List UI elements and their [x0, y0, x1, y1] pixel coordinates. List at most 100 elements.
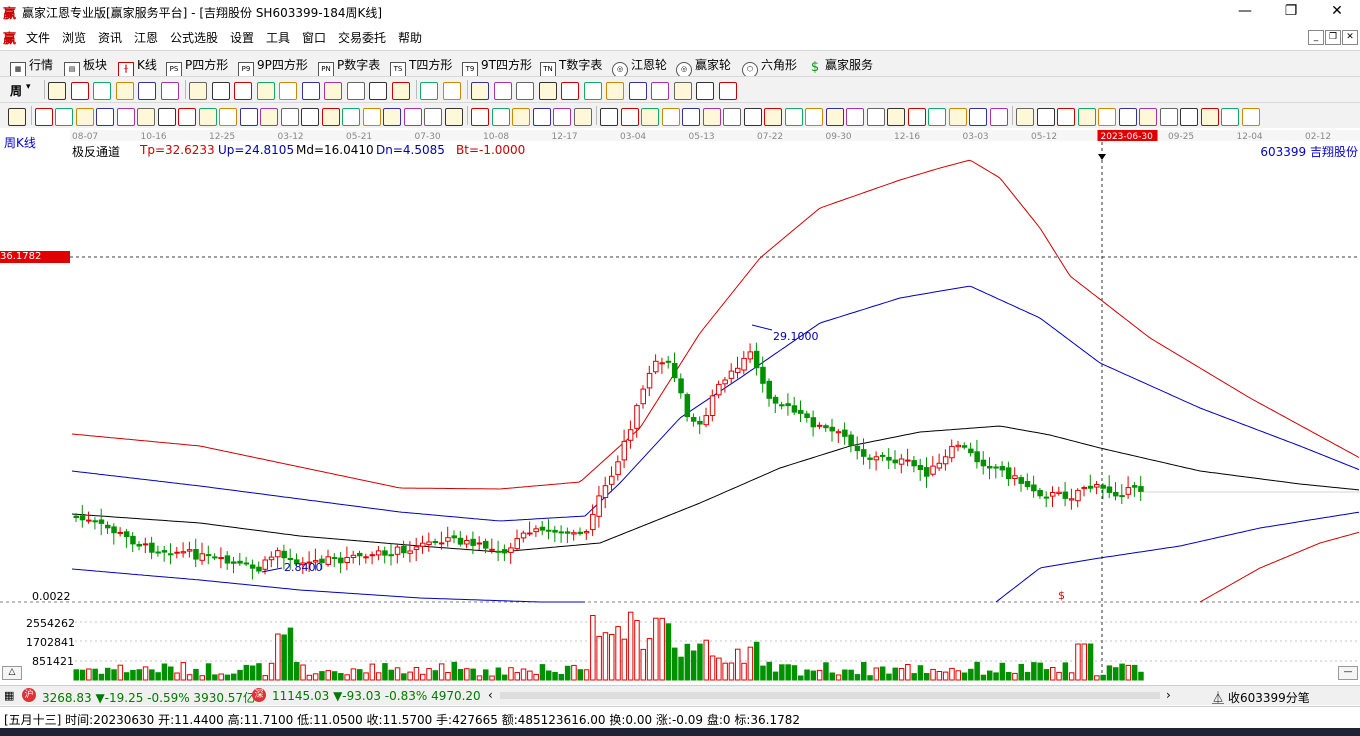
tool-icon[interactable]: [553, 108, 571, 126]
tool-icon[interactable]: [1139, 108, 1157, 126]
mdi-restore-button[interactable]: ❐: [1325, 30, 1341, 45]
tool-icon[interactable]: [324, 82, 342, 100]
tool-icon[interactable]: [219, 108, 237, 126]
mdi-minimize-button[interactable]: _: [1308, 30, 1324, 45]
tool-icon[interactable]: [516, 82, 534, 100]
tick-detail-label[interactable]: 收603399分笔: [1228, 689, 1310, 706]
gann-wheel-button[interactable]: ◎ 江恩轮: [612, 56, 667, 78]
tool-icon[interactable]: [34, 108, 53, 126]
tool-icon[interactable]: [301, 108, 319, 126]
tool-icon[interactable]: [1057, 108, 1075, 126]
p-number-table-button[interactable]: PN P数字表: [318, 56, 380, 78]
tool-icon[interactable]: [1200, 108, 1219, 126]
tool-icon[interactable]: [561, 82, 579, 100]
tool-icon[interactable]: [369, 82, 387, 100]
menu-formula[interactable]: 公式选股: [170, 29, 218, 46]
tool-icon[interactable]: [189, 82, 207, 100]
tool-icon[interactable]: [948, 108, 967, 126]
tool-icon[interactable]: [784, 108, 803, 126]
tool-icon[interactable]: [198, 108, 217, 126]
menu-window[interactable]: 窗口: [302, 29, 326, 46]
tool-icon[interactable]: [723, 108, 741, 126]
tool-icon[interactable]: [1221, 108, 1239, 126]
9t-square-button[interactable]: T9 9T四方形: [462, 56, 532, 78]
tool-icon[interactable]: [573, 108, 592, 126]
tool-icon[interactable]: [116, 108, 135, 126]
tool-icon[interactable]: [391, 82, 410, 100]
tool-icon[interactable]: [93, 82, 111, 100]
tool-icon[interactable]: [55, 108, 73, 126]
scroll-up-button[interactable]: △: [2, 666, 22, 680]
p-square-button[interactable]: PS P四方形: [166, 56, 228, 78]
quotes-button[interactable]: ▦ 行情: [10, 56, 53, 78]
kline-chart[interactable]: 08-07 10-16 12-25 03-12 05-21 07-30 10-08 12-17…: [0, 128, 1360, 684]
tool-icon[interactable]: [641, 108, 659, 126]
restore-button[interactable]: ❐: [1268, 0, 1314, 24]
tool-icon[interactable]: [239, 108, 258, 126]
tool-icon[interactable]: [280, 108, 299, 126]
scroll-right-button[interactable]: ›: [1166, 688, 1171, 702]
tool-icon[interactable]: [620, 108, 639, 126]
tool-icon[interactable]: [491, 108, 510, 126]
tool-icon[interactable]: [512, 108, 530, 126]
tool-icon[interactable]: [234, 82, 252, 100]
winner-service-button[interactable]: $ 赢家服务: [808, 56, 873, 75]
tool-icon[interactable]: [702, 108, 721, 126]
tool-icon[interactable]: [661, 108, 680, 126]
tool-icon[interactable]: [346, 82, 365, 100]
tool-icon[interactable]: [70, 82, 89, 100]
tool-icon[interactable]: [825, 108, 844, 126]
tool-icon[interactable]: [321, 108, 340, 126]
tool-icon[interactable]: [96, 108, 114, 126]
menu-gann[interactable]: 江恩: [134, 29, 158, 46]
tool-icon[interactable]: [1180, 108, 1198, 126]
tool-icon[interactable]: [1118, 108, 1137, 126]
tool-icon[interactable]: [260, 108, 278, 126]
tool-icon[interactable]: [866, 108, 885, 126]
tool-icon[interactable]: [606, 82, 624, 100]
mdi-close-button[interactable]: ✕: [1342, 30, 1358, 45]
tool-icon[interactable]: [362, 108, 381, 126]
tool-icon[interactable]: [157, 108, 176, 126]
tool-icon[interactable]: [1077, 108, 1096, 126]
sectors-button[interactable]: ▤ 板块: [64, 56, 107, 78]
tool-icon[interactable]: [256, 82, 275, 100]
tool-icon[interactable]: [887, 108, 905, 126]
9p-square-button[interactable]: P9 9P四方形: [238, 56, 308, 78]
tool-icon[interactable]: [846, 108, 864, 126]
tool-icon[interactable]: [764, 108, 782, 126]
tool-icon[interactable]: [969, 108, 987, 126]
tool-icon[interactable]: [48, 82, 66, 100]
tool-icon[interactable]: [342, 108, 360, 126]
tool-icon[interactable]: [628, 82, 647, 100]
menu-file[interactable]: 文件: [26, 29, 50, 46]
tool-icon[interactable]: [8, 108, 26, 126]
winner-wheel-button[interactable]: ◎ 赢家轮: [676, 56, 731, 78]
horizontal-scrollbar[interactable]: [500, 692, 1160, 699]
tool-icon[interactable]: [383, 108, 401, 126]
tool-icon[interactable]: [1241, 108, 1260, 126]
close-button[interactable]: ✕: [1314, 0, 1360, 24]
tool-icon[interactable]: [444, 108, 463, 126]
tool-icon[interactable]: [1159, 108, 1178, 126]
hexagon-button[interactable]: ⬡ 六角形: [742, 56, 797, 78]
menu-browse[interactable]: 浏览: [62, 29, 86, 46]
period-select[interactable]: 周: [10, 82, 22, 99]
tool-icon[interactable]: [115, 82, 134, 100]
menu-tools[interactable]: 工具: [266, 29, 290, 46]
tool-icon[interactable]: [673, 82, 692, 100]
period-dropdown-icon[interactable]: ▾: [26, 82, 31, 92]
tool-icon[interactable]: [1098, 108, 1116, 126]
kline-button[interactable]: ╫ K线: [118, 56, 157, 78]
tool-icon[interactable]: [279, 82, 297, 100]
zoom-button[interactable]: —: [1338, 666, 1358, 680]
tool-icon[interactable]: [301, 82, 320, 100]
tool-icon[interactable]: [907, 108, 926, 126]
tool-icon[interactable]: [471, 82, 489, 100]
tool-icon[interactable]: [493, 82, 512, 100]
minimize-button[interactable]: —: [1222, 0, 1268, 24]
tool-icon[interactable]: [211, 82, 230, 100]
tool-icon[interactable]: [600, 108, 618, 126]
tool-icon[interactable]: [1036, 108, 1055, 126]
grid-icon[interactable]: ▦: [4, 689, 14, 702]
